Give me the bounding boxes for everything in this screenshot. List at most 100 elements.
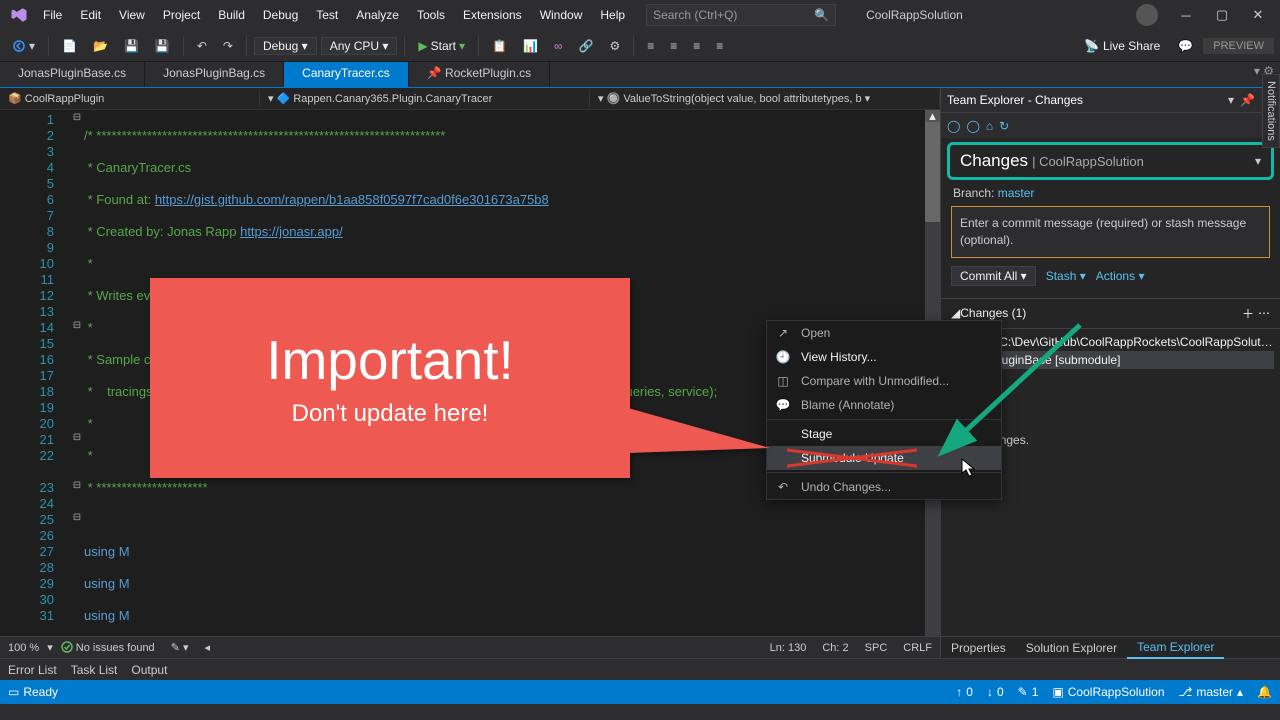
callout-title: Important!: [266, 328, 514, 392]
toolbar-icon[interactable]: 🔗: [573, 37, 600, 55]
panel-toolbar: ◯ ◯ ⌂ ↻: [941, 112, 1280, 138]
pin-icon[interactable]: 📌: [1237, 93, 1258, 107]
menu-analyze[interactable]: Analyze: [347, 0, 408, 30]
back-button[interactable]: ▾: [6, 37, 41, 55]
status-pull[interactable]: ↓ 0: [987, 685, 1004, 699]
annotation-callout: Important! Don't update here!: [150, 278, 630, 478]
minimize-button[interactable]: ─: [1168, 8, 1204, 23]
avatar[interactable]: [1136, 4, 1158, 26]
panel-title: Team Explorer - Changes: [947, 93, 1225, 107]
commit-message-input[interactable]: Enter a commit message (required) or sta…: [951, 206, 1270, 258]
status-repo[interactable]: ▣ CoolRappSolution: [1052, 685, 1164, 699]
add-icon[interactable]: ＋: [1238, 305, 1258, 322]
new-project-icon[interactable]: 📄: [56, 37, 83, 55]
open-icon[interactable]: 📂: [87, 37, 114, 55]
ctx-undo-changes[interactable]: ↶Undo Changes...: [767, 475, 1001, 499]
tab-solution-explorer[interactable]: Solution Explorer: [1016, 638, 1127, 658]
undo-icon[interactable]: ↶: [191, 37, 213, 55]
tab-output[interactable]: Output: [131, 663, 167, 677]
toolbar-icon[interactable]: ≡: [664, 37, 683, 55]
tab-file[interactable]: JonasPluginBag.cs: [145, 62, 284, 87]
status-branch[interactable]: ⎇ master ▴: [1179, 685, 1244, 699]
commit-all-button[interactable]: Commit All ▾: [951, 266, 1036, 286]
search-placeholder: Search (Ctrl+Q): [653, 8, 737, 22]
live-share-button[interactable]: 📡 Live Share: [1076, 39, 1168, 53]
toolbar-icon[interactable]: ≡: [687, 37, 706, 55]
ctx-blame[interactable]: 💬Blame (Annotate): [767, 393, 1001, 417]
toolbar-icon[interactable]: ⚙: [603, 37, 626, 55]
solution-name: CoolRappSolution: [866, 8, 963, 22]
status-ready: ▭ Ready: [8, 685, 58, 699]
save-all-icon[interactable]: 💾: [149, 37, 176, 55]
menu-extensions[interactable]: Extensions: [454, 0, 531, 30]
menu-window[interactable]: Window: [531, 0, 592, 30]
redo-icon[interactable]: ↷: [217, 37, 239, 55]
navigation-bar[interactable]: 📦 CoolRappPlugin ▾ 🔷 Rappen.Canary365.Pl…: [0, 88, 940, 110]
status-pending[interactable]: ✎ 1: [1018, 685, 1039, 699]
ctx-open[interactable]: ↗Open: [767, 321, 1001, 345]
toolbar: ▾ 📄 📂 💾 💾 ↶ ↷ Debug ▾ Any CPU ▾ ▶ Start …: [0, 30, 1280, 62]
platform-select[interactable]: Any CPU ▾: [321, 37, 398, 55]
callout-subtitle: Don't update here!: [292, 400, 489, 428]
toolbar-icon[interactable]: 📊: [517, 37, 544, 55]
line-numbers: 1234567891011121314151617181920212223242…: [0, 110, 70, 636]
chevron-down-icon[interactable]: ▾: [1255, 154, 1261, 168]
notifications-icon[interactable]: 🔔: [1257, 685, 1272, 699]
ctx-view-history[interactable]: 🕘View History...: [767, 345, 1001, 369]
save-icon[interactable]: 💾: [118, 37, 145, 55]
toolbar-icon[interactable]: ≡: [641, 37, 660, 55]
menu-project[interactable]: Project: [154, 0, 209, 30]
code-folding[interactable]: ⊟⊟⊟⊟⊟: [70, 110, 84, 636]
tab-properties[interactable]: Properties: [941, 638, 1016, 658]
maximize-button[interactable]: ▢: [1204, 7, 1240, 23]
start-button[interactable]: ▶ Start ▾: [412, 37, 471, 55]
tool-window-tabs: Error List Task List Output: [0, 658, 1280, 680]
vs-logo-icon: [4, 6, 34, 24]
ctx-stage[interactable]: Stage: [767, 422, 1001, 446]
ctx-compare[interactable]: ◫Compare with Unmodified...: [767, 369, 1001, 393]
menu-debug[interactable]: Debug: [254, 0, 307, 30]
menu-build[interactable]: Build: [209, 0, 254, 30]
home-icon[interactable]: ⌂: [986, 119, 993, 133]
menu-bar: File Edit View Project Build Debug Test …: [0, 0, 1280, 30]
search-input[interactable]: Search (Ctrl+Q) 🔍: [646, 4, 836, 26]
changes-header[interactable]: Changes | CoolRappSolution ▾ ↗: [947, 142, 1274, 180]
back-icon[interactable]: ◯: [947, 119, 960, 133]
mouse-cursor: [961, 458, 977, 478]
document-tabs: JonasPluginBase.cs JonasPluginBag.cs Can…: [0, 62, 1280, 88]
zoom-level[interactable]: 100 %: [0, 642, 47, 654]
notifications-tab[interactable]: Notifications: [1262, 74, 1280, 148]
spacing: SPC: [857, 642, 896, 654]
status-bar: ▭ Ready ↑ 0 ↓ 0 ✎ 1 ▣ CoolRappSolution ⎇…: [0, 680, 1280, 704]
tab-task-list[interactable]: Task List: [71, 663, 118, 677]
tab-file[interactable]: JonasPluginBase.cs: [0, 62, 145, 87]
dropdown-icon[interactable]: ▾: [1225, 93, 1237, 107]
tab-error-list[interactable]: Error List: [8, 663, 57, 677]
tab-file[interactable]: CanaryTracer.cs: [284, 62, 409, 87]
editor-status-bar: 100 %▾ No issues found ✎ ▾ ◂ Ln: 130 Ch:…: [0, 636, 940, 658]
close-button[interactable]: ✕: [1240, 7, 1276, 23]
forward-icon[interactable]: ◯: [966, 119, 979, 133]
refresh-icon[interactable]: ↻: [999, 119, 1009, 133]
actions-link[interactable]: Actions ▾: [1096, 269, 1145, 283]
toolbar-icon[interactable]: ∞: [548, 37, 569, 55]
menu-view[interactable]: View: [110, 0, 154, 30]
more-icon[interactable]: ⋯: [1258, 306, 1270, 320]
tab-team-explorer[interactable]: Team Explorer: [1127, 637, 1224, 659]
tab-file[interactable]: 📌 RocketPlugin.cs: [409, 62, 550, 87]
toolbar-icon[interactable]: 📋: [486, 37, 513, 55]
menu-edit[interactable]: Edit: [71, 0, 110, 30]
branch-indicator[interactable]: Branch: master: [941, 184, 1280, 202]
feedback-icon[interactable]: 💬: [1172, 37, 1199, 55]
char-col: Ch: 2: [814, 642, 856, 654]
status-push[interactable]: ↑ 0: [956, 685, 973, 699]
stash-link[interactable]: Stash ▾: [1046, 269, 1086, 283]
preview-badge: PREVIEW: [1203, 38, 1274, 54]
issues-indicator[interactable]: No issues found: [53, 641, 163, 654]
menu-tools[interactable]: Tools: [408, 0, 454, 30]
menu-test[interactable]: Test: [307, 0, 347, 30]
menu-file[interactable]: File: [34, 0, 71, 30]
menu-help[interactable]: Help: [591, 0, 634, 30]
config-select[interactable]: Debug ▾: [254, 37, 317, 55]
toolbar-icon[interactable]: ≡: [710, 37, 729, 55]
